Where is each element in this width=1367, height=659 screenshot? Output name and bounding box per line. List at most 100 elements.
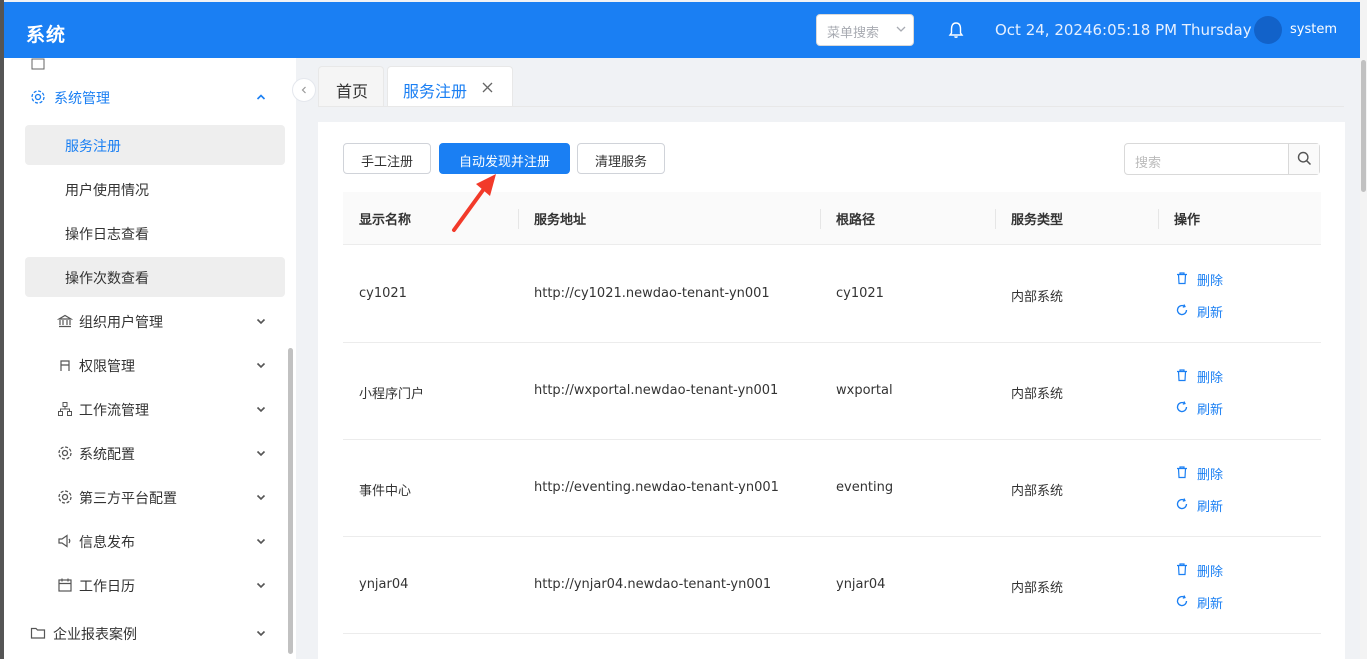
collapse-sidebar-button[interactable] [292, 78, 316, 102]
cell-name: ynjar04 [359, 577, 409, 592]
sidebar-item-operation-count[interactable]: 操作次数查看 [25, 257, 285, 297]
column-header: 根路径 [836, 213, 876, 228]
cell-type: 内部系统 [1011, 290, 1064, 305]
annotation-arrow-icon [452, 174, 496, 232]
cell-type: 内部系统 [1011, 581, 1064, 596]
column-header: 显示名称 [359, 213, 412, 228]
cell-root: cy1021 [836, 286, 884, 301]
table-row: 事件中心 http://eventing.newdao-tenant-yn001… [343, 440, 1321, 537]
delete-label: 删除 [1197, 274, 1224, 289]
button-label: 清理服务 [594, 155, 647, 170]
cell-type: 内部系统 [1011, 484, 1064, 499]
refresh-label: 刷新 [1197, 500, 1224, 515]
refresh-icon [1176, 498, 1188, 510]
refresh-icon [1176, 595, 1188, 607]
search-button[interactable] [1288, 144, 1319, 174]
cell-name: 小程序门户 [359, 387, 425, 402]
refresh-label: 刷新 [1197, 306, 1224, 321]
delete-label: 删除 [1197, 468, 1224, 483]
delete-label: 删除 [1197, 371, 1224, 386]
tab-service-register[interactable]: 服务注册 [387, 66, 513, 106]
chevron-down-icon [256, 406, 266, 413]
refresh-icon [1176, 304, 1188, 316]
column-header: 操作 [1174, 213, 1201, 228]
cell-type: 内部系统 [1011, 387, 1064, 402]
speaker-icon [58, 534, 71, 548]
sidebar-item-service-register[interactable]: 服务注册 [25, 125, 285, 165]
table-row: cy1021 http://cy1021.newdao-tenant-yn001… [343, 246, 1321, 343]
search-icon [1297, 151, 1312, 166]
delete-label: 删除 [1197, 565, 1224, 580]
sidebar-item-operation-log[interactable]: 操作日志查看 [4, 213, 288, 253]
tab-home[interactable]: 首页 [318, 66, 384, 106]
search-input[interactable]: 搜索 [1124, 143, 1320, 175]
column-header: 服务类型 [1011, 213, 1064, 228]
sidebar-item-label: 系统配置 [79, 447, 135, 463]
sidebar-item-label: 第三方平台配置 [79, 491, 177, 507]
table-row: 小程序门户 http://wxportal.newdao-tenant-yn00… [343, 343, 1321, 440]
sidebar-item-publish[interactable]: 信息发布 [4, 521, 288, 561]
sidebar-group-system-management[interactable]: 系统管理 [4, 77, 288, 117]
sidebar: 系统管理 服务注册 用户使用情况 操作日志查看 操作次数查看 组织用户管理 权限… [4, 58, 296, 659]
cell-root: ynjar04 [836, 577, 886, 592]
trash-icon [1177, 369, 1187, 382]
chevron-down-icon [256, 362, 266, 369]
sidebar-item-label: 操作次数查看 [65, 271, 149, 287]
chevron-up-icon [256, 94, 266, 100]
button-label: 自动发现并注册 [458, 155, 550, 170]
search-placeholder: 搜索 [1135, 156, 1162, 171]
chevron-down-icon [256, 582, 266, 589]
cell-name: cy1021 [359, 286, 407, 301]
sidebar-item-label: 工作流管理 [79, 403, 149, 419]
top-header: 系统 菜单搜索 Oct 24, 20246:05:18 PM Thursday … [4, 2, 1360, 58]
button-label: 手工注册 [360, 155, 413, 170]
menu-search-placeholder: 菜单搜索 [827, 26, 880, 41]
trash-icon [1177, 563, 1187, 576]
sidebar-item-third-party[interactable]: 第三方平台配置 [4, 477, 288, 517]
sidebar-item-label: 用户使用情况 [65, 183, 149, 199]
chevron-down-icon [256, 450, 266, 457]
cell-root: wxportal [836, 383, 893, 398]
gear-icon [31, 90, 45, 104]
sidebar-item-workflow[interactable]: 工作流管理 [4, 389, 288, 429]
column-divider [1158, 209, 1159, 229]
sidebar-item-permissions[interactable]: 权限管理 [4, 345, 288, 385]
sidebar-item-org-users[interactable]: 组织用户管理 [4, 301, 288, 341]
sidebar-item-label: 操作日志查看 [65, 227, 149, 243]
refresh-icon [1176, 401, 1188, 413]
app-title: 系统 [26, 24, 67, 46]
tab-label: 首页 [336, 82, 369, 101]
avatar[interactable] [1254, 16, 1282, 44]
manual-register-button[interactable]: 手工注册 [343, 143, 431, 174]
sidebar-item-calendar[interactable]: 工作日历 [4, 565, 288, 605]
trash-icon [1177, 466, 1187, 479]
user-icon [60, 360, 70, 371]
cell-root: eventing [836, 480, 894, 495]
refresh-label: 刷新 [1197, 403, 1224, 418]
folder-icon [30, 627, 46, 639]
sidebar-item-label: 工作日历 [79, 579, 135, 595]
cell-url: http://wxportal.newdao-tenant-yn001 [534, 383, 779, 398]
sidebar-item-system-config[interactable]: 系统配置 [4, 433, 288, 473]
chevron-down-icon [256, 630, 266, 637]
sidebar-item-label: 服务注册 [65, 139, 121, 155]
clean-services-button[interactable]: 清理服务 [577, 143, 665, 174]
chevron-down-icon [896, 26, 906, 32]
datetime-display: Oct 24, 20246:05:18 PM Thursday [995, 21, 1252, 39]
menu-search-select[interactable]: 菜单搜索 [816, 14, 914, 46]
chevron-left-icon [301, 86, 306, 94]
close-icon[interactable] [482, 82, 493, 93]
sidebar-item-label: 信息发布 [79, 535, 135, 551]
cell-name: 事件中心 [359, 484, 412, 499]
tab-label: 服务注册 [403, 82, 468, 101]
page-scrollbar[interactable] [1361, 60, 1366, 192]
sidebar-item-report-cases[interactable]: 企业报表案例 [4, 613, 288, 653]
sidebar-item-label: 权限管理 [79, 359, 135, 375]
sidebar-scrollbar[interactable] [288, 348, 293, 654]
sidebar-group-label: 系统管理 [54, 91, 110, 107]
sidebar-item-label: 企业报表案例 [53, 627, 137, 643]
bell-icon[interactable] [947, 21, 965, 39]
username[interactable]: system [1290, 22, 1337, 37]
sidebar-item-user-usage[interactable]: 用户使用情况 [4, 169, 288, 209]
cell-url: http://cy1021.newdao-tenant-yn001 [534, 286, 770, 301]
